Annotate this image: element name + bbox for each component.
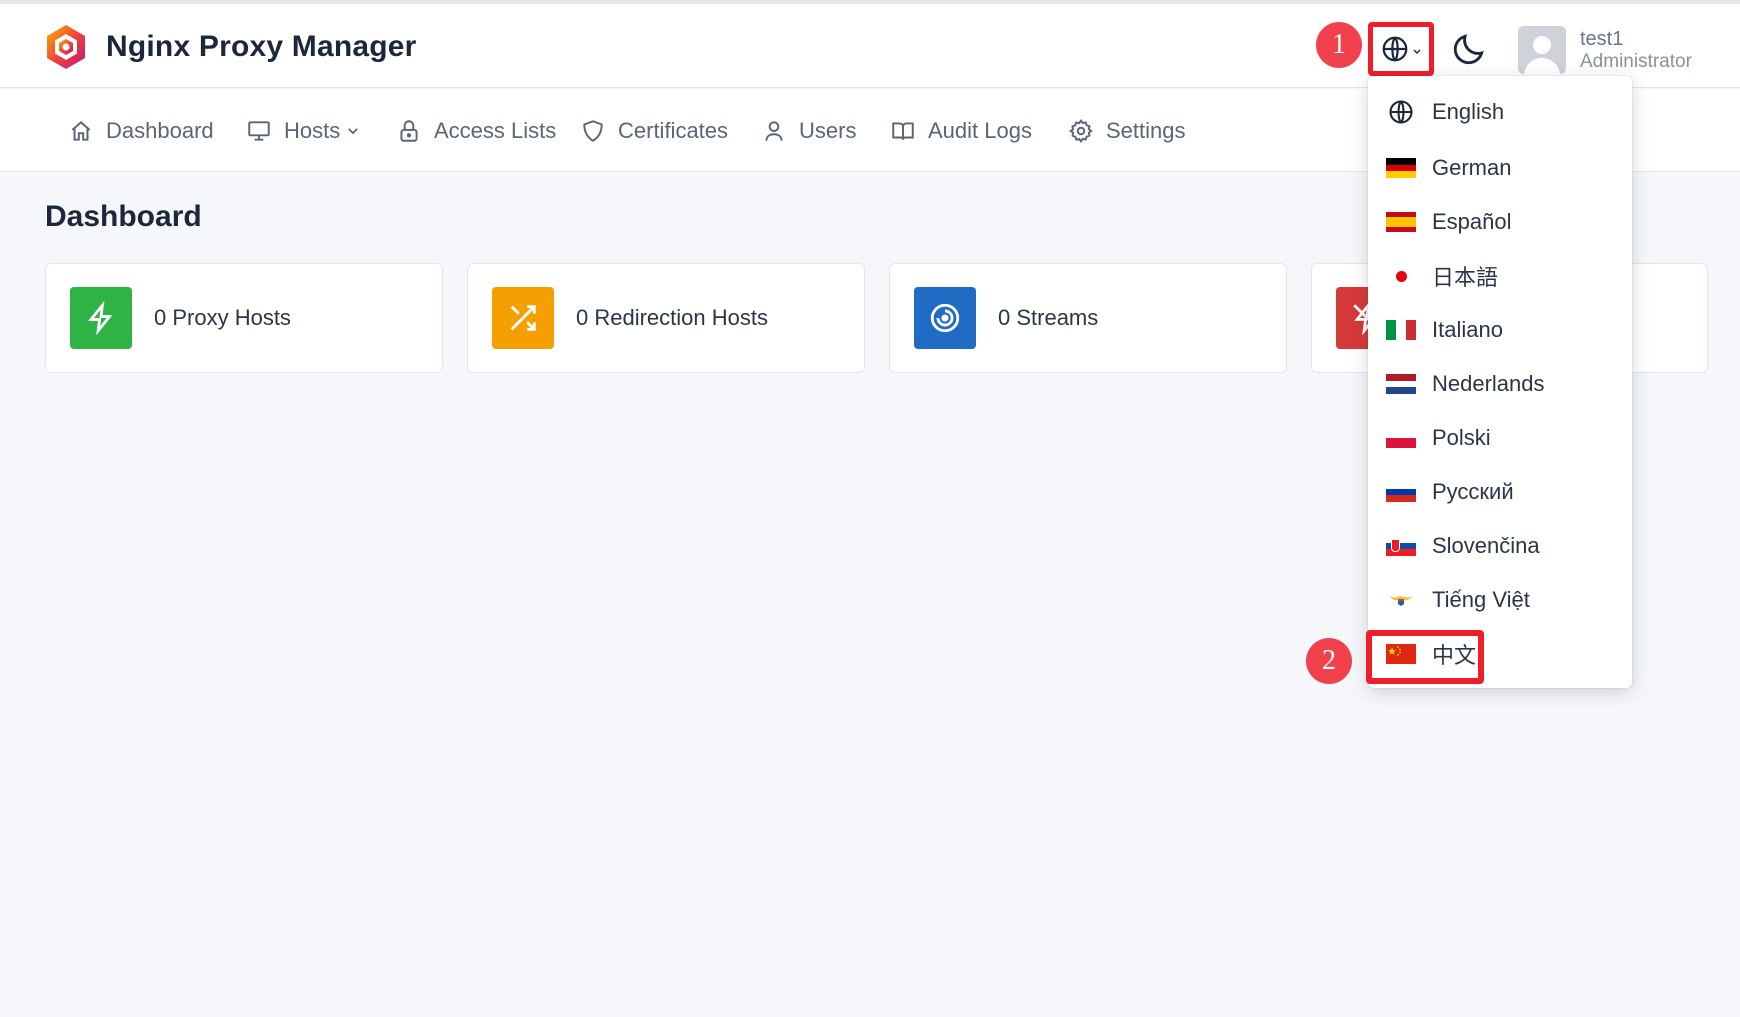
gear-icon — [1069, 118, 1093, 143]
flag-de-icon — [1386, 158, 1416, 178]
language-option-italiano[interactable]: Italiano — [1386, 310, 1503, 350]
user-menu[interactable]: test1 Administrator — [1518, 26, 1692, 74]
nav-label: Hosts — [284, 117, 341, 143]
nav-item-dashboard[interactable]: Dashboard — [68, 89, 214, 172]
nav-label: Dashboard — [106, 117, 214, 143]
language-label: Polski — [1432, 425, 1491, 450]
step-1-badge: 1 — [1316, 22, 1362, 68]
flag-it-icon — [1386, 320, 1416, 340]
avatar — [1518, 26, 1566, 74]
bolt-icon — [88, 301, 113, 335]
nav-label: Settings — [1106, 117, 1186, 143]
lock-icon — [400, 119, 418, 142]
language-option-tieng-viet[interactable]: Tiếng Việt — [1386, 580, 1530, 620]
language-option-polski[interactable]: Polski — [1386, 418, 1491, 458]
page-title: Dashboard — [45, 200, 202, 233]
nav-item-settings[interactable]: Settings — [1068, 89, 1186, 172]
nav-label: Users — [799, 117, 857, 143]
step-2-badge: 2 — [1306, 638, 1352, 684]
user-icon — [765, 120, 783, 141]
language-option-nederlands[interactable]: Nederlands — [1386, 364, 1545, 404]
flag-nl-icon — [1386, 374, 1416, 394]
card-label: 0 Redirection Hosts — [576, 305, 768, 330]
shuffle-icon — [510, 305, 536, 331]
chinese-highlight-box — [1366, 630, 1484, 684]
flag-vi-icon — [1386, 590, 1416, 610]
nav-label: Access Lists — [434, 117, 557, 143]
language-option-espanol[interactable]: Español — [1386, 202, 1512, 242]
flag-sk-icon — [1386, 536, 1416, 556]
nav-item-hosts[interactable]: Hosts — [246, 89, 360, 172]
globe-icon — [1382, 36, 1408, 62]
language-option-slovencina[interactable]: Slovenčina — [1386, 526, 1540, 566]
nav-item-users[interactable]: Users — [761, 89, 856, 172]
shield-icon — [583, 119, 603, 142]
hexagon-logo-icon — [47, 25, 85, 69]
language-label: Español — [1432, 209, 1512, 234]
card-proxy-hosts[interactable]: 0 Proxy Hosts — [45, 263, 443, 373]
language-label: English — [1432, 99, 1505, 124]
card-label: 0 Proxy Hosts — [154, 305, 291, 330]
book-icon — [892, 121, 914, 140]
user-role: Administrator — [1580, 50, 1692, 72]
flag-pl-icon — [1386, 428, 1416, 448]
chevron-down-icon — [1413, 49, 1421, 54]
monitor-icon — [248, 120, 270, 141]
language-dropdown-menu: English German Español 日本語 Italiano Nede… — [1368, 76, 1632, 688]
card-streams[interactable]: 0 Streams — [889, 263, 1287, 373]
home-icon — [71, 120, 91, 141]
card-redirection-hosts[interactable]: 0 Redirection Hosts — [467, 263, 865, 373]
language-option-russian[interactable]: Русский — [1386, 472, 1514, 512]
language-selector-button[interactable] — [1368, 22, 1434, 76]
language-option-japanese[interactable]: 日本語 — [1386, 256, 1498, 296]
language-label: Slovenčina — [1432, 533, 1540, 558]
target-icon — [930, 303, 960, 333]
language-label: Nederlands — [1432, 371, 1545, 396]
nav-item-audit-logs[interactable]: Audit Logs — [890, 89, 1032, 172]
flag-jp-icon — [1386, 266, 1416, 286]
nav-label: Audit Logs — [928, 117, 1032, 143]
nav-item-access-lists[interactable]: Access Lists — [396, 89, 556, 172]
language-option-english[interactable]: English — [1386, 92, 1504, 132]
globe-icon — [1389, 100, 1413, 124]
moon-icon[interactable] — [1450, 30, 1488, 68]
brand[interactable]: Nginx Proxy Manager — [42, 22, 417, 72]
flag-ru-icon — [1386, 482, 1416, 502]
chevron-down-icon — [348, 127, 359, 134]
user-name: test1 — [1580, 27, 1624, 50]
flag-es-icon — [1386, 212, 1416, 232]
nav-item-certificates[interactable]: Certificates — [580, 89, 728, 172]
card-label: 0 Streams — [998, 305, 1099, 330]
user-silhouette-icon — [1518, 26, 1566, 74]
language-label: Italiano — [1432, 317, 1503, 342]
brand-title: Nginx Proxy Manager — [106, 30, 417, 63]
language-label: Tiếng Việt — [1432, 587, 1530, 612]
language-label: German — [1432, 155, 1512, 180]
nav-label: Certificates — [618, 117, 729, 143]
language-label: 日本語 — [1432, 265, 1499, 290]
language-label: Русский — [1432, 479, 1514, 504]
language-option-german[interactable]: German — [1386, 148, 1511, 188]
